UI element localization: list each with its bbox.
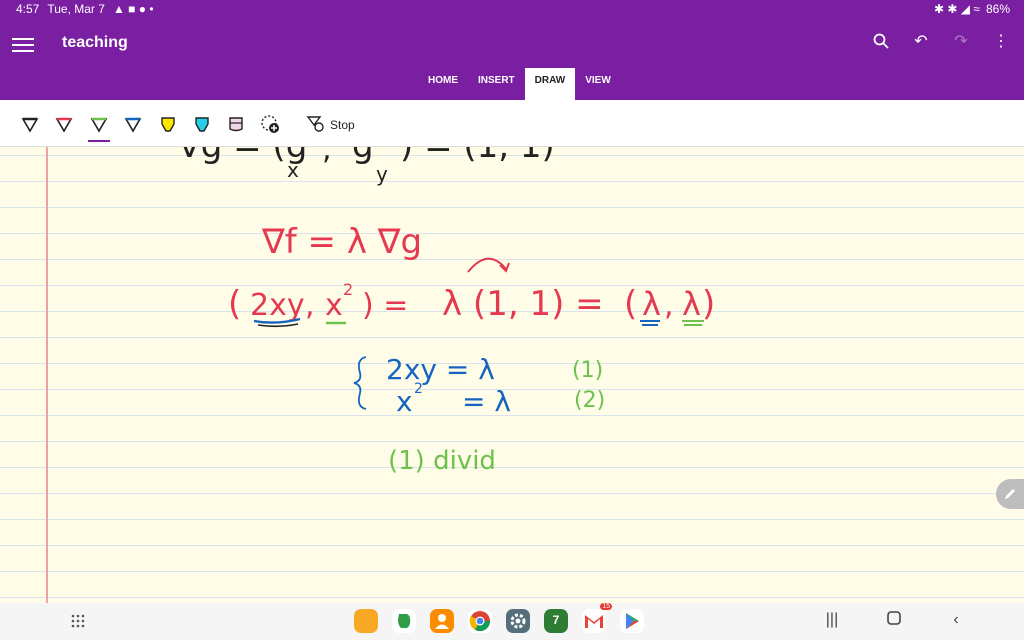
- settings-app-icon[interactable]: [506, 609, 530, 633]
- notes-app-icon[interactable]: [354, 609, 378, 633]
- eq-lambda-vector: λ (1, 1) =: [442, 284, 604, 324]
- status-date: Tue, Mar 7: [47, 2, 105, 16]
- evernote-app-icon[interactable]: [392, 609, 416, 633]
- app-dock: 7 15: [354, 603, 644, 633]
- highlighter-yellow-icon[interactable]: [156, 112, 180, 136]
- eq-open-paren: (: [228, 284, 241, 324]
- tab-insert[interactable]: INSERT: [468, 68, 525, 100]
- equation-label-1: (1): [572, 358, 603, 383]
- equation-2-superscript: 2: [414, 381, 423, 397]
- gradient-g-value: ) = (1, 1): [400, 147, 555, 166]
- eq-x: x: [325, 288, 343, 323]
- eq-close-equals: ) =: [362, 288, 408, 323]
- app-drawer-icon[interactable]: [70, 613, 86, 629]
- stop-button[interactable]: Stop: [306, 114, 355, 135]
- equation-1: 2xy = λ: [386, 353, 495, 386]
- handwriting-layer: ∇g = (g x , g y ) = (1, 1) ∇f = λ ∇g ( 2…: [177, 147, 715, 476]
- home-icon[interactable]: [884, 611, 904, 631]
- system-nav-bar: 7 15 ||| ‹: [0, 603, 1024, 640]
- subscript-x: x: [287, 158, 299, 182]
- stop-label: Stop: [330, 117, 355, 132]
- recent-apps-icon[interactable]: |||: [822, 611, 842, 631]
- equation-2-rhs: = λ: [462, 385, 511, 418]
- lagrange-condition: ∇f = λ ∇g: [261, 222, 422, 262]
- comma: ,: [322, 147, 332, 167]
- system-icons: ✱ ✱ ◢ ≈: [934, 2, 980, 16]
- underline-blue-lambda: [640, 320, 660, 326]
- pencil-icon: [1005, 489, 1015, 499]
- highlighter-pink-icon[interactable]: [224, 112, 248, 136]
- eq-lambda-1: λ: [642, 285, 661, 323]
- search-icon[interactable]: [870, 30, 892, 52]
- page-title: teaching: [62, 34, 128, 51]
- draw-toolbar: Stop: [0, 100, 1024, 147]
- calendar-app-icon[interactable]: 7: [544, 609, 568, 633]
- gmail-app-icon[interactable]: 15: [582, 603, 612, 633]
- add-pen-icon[interactable]: [258, 112, 282, 136]
- eq-close-paren-2: ): [702, 284, 715, 324]
- lasso-stop-icon: [306, 114, 324, 135]
- status-time: 4:57: [16, 2, 40, 16]
- g-symbol: g: [352, 147, 374, 166]
- subscript-y: y: [376, 162, 388, 186]
- system-brace: [353, 356, 367, 410]
- contacts-app-icon[interactable]: [430, 609, 454, 633]
- calendar-day: 7: [552, 613, 560, 627]
- selected-tool-indicator: [88, 140, 110, 142]
- floating-pen-button[interactable]: [996, 479, 1024, 509]
- equation-2-x: x: [396, 385, 413, 418]
- divide-note: (1) divid: [388, 446, 496, 476]
- tab-draw[interactable]: DRAW: [524, 68, 576, 100]
- highlighter-cyan-icon[interactable]: [190, 112, 214, 136]
- undo-icon[interactable]: ↶: [910, 30, 932, 52]
- eq-lambda-2: λ: [682, 285, 701, 323]
- notification-icons: ▲ ■ ● •: [112, 2, 154, 16]
- battery-level: 86%: [985, 2, 1010, 16]
- underline-green-lambda: [682, 320, 704, 326]
- tab-view[interactable]: VIEW: [575, 68, 621, 100]
- eq-comma: ,: [305, 288, 315, 323]
- eq-comma-2: ,: [664, 288, 674, 323]
- ribbon-tabs: HOME INSERT DRAW VIEW: [418, 68, 621, 100]
- eq-2xy: 2xy: [250, 288, 305, 323]
- status-bar: 4:57 Tue, Mar 7 ▲ ■ ● • ✱ ✱ ◢ ≈ 86%: [0, 0, 1024, 18]
- menu-icon[interactable]: [12, 34, 34, 56]
- underline-black-2xy: [257, 323, 299, 328]
- chrome-app-icon[interactable]: [468, 609, 492, 633]
- pen-green-icon[interactable]: [87, 112, 111, 136]
- pen-red-icon[interactable]: [52, 112, 76, 136]
- eq-superscript-2: 2: [343, 280, 353, 299]
- eq-open-paren-2: (: [624, 284, 637, 324]
- tab-home[interactable]: HOME: [418, 68, 468, 100]
- back-icon[interactable]: ‹: [946, 611, 966, 631]
- pen-black-icon[interactable]: [18, 112, 42, 136]
- notebook-canvas[interactable]: ∇g = (g x , g y ) = (1, 1) ∇f = λ ∇g ( 2…: [0, 147, 1024, 603]
- app-bar: teaching ↶ ↷ ⋮ HOME INSERT DRAW VIEW: [0, 18, 1024, 100]
- play-store-app-icon[interactable]: [620, 609, 644, 633]
- pen-blue-icon[interactable]: [121, 112, 145, 136]
- equation-label-2: (2): [574, 388, 605, 413]
- gmail-badge: 15: [600, 603, 612, 610]
- more-options-icon[interactable]: ⋮: [990, 30, 1012, 52]
- redo-icon[interactable]: ↷: [950, 30, 972, 52]
